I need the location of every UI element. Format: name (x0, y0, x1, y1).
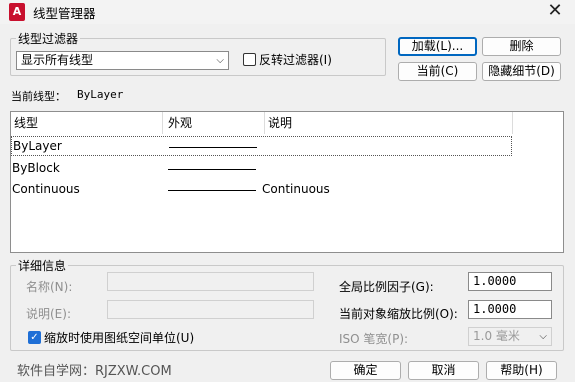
name-label: 名称(N): (26, 280, 73, 294)
table-row[interactable]: Continuous Continuous (11, 179, 512, 199)
invert-filter-label: 反转过滤器(I) (259, 53, 332, 67)
linetype-filter-label: 线型过滤器 (16, 30, 81, 47)
close-icon[interactable]: ✕ (544, 1, 566, 21)
linetype-preview (168, 190, 256, 191)
linetype-filter-dropdown[interactable]: 显示所有线型 ⌵ (16, 51, 229, 70)
column-divider (162, 112, 163, 134)
watermark-text: 软件自学网：RJZXW.COM (17, 364, 172, 379)
name-field (107, 272, 314, 291)
current-linetype-value: ByLayer (77, 88, 124, 101)
iso-pen-width-value: 1.0 毫米 (473, 329, 520, 343)
current-button[interactable]: 当前(C) (398, 62, 477, 81)
window-title: 线型管理器 (33, 6, 96, 21)
autocad-app-icon: A (9, 3, 25, 21)
chevron-down-icon: ⌵ (539, 331, 547, 342)
details-group-label: 详细信息 (16, 257, 69, 274)
table-row[interactable]: ByBlock (11, 158, 512, 178)
linetype-name: Continuous (12, 182, 80, 196)
load-button[interactable]: 加载(L)... (398, 37, 477, 56)
global-scale-label: 全局比例因子(G): (339, 280, 434, 294)
column-divider (264, 112, 265, 134)
iso-pen-width-label: ISO 笔宽(P): (339, 332, 409, 346)
invert-filter-checkbox[interactable] (243, 53, 256, 66)
table-row[interactable]: ByLayer (11, 136, 512, 156)
column-header-linetype[interactable]: 线型 (14, 112, 38, 134)
chevron-down-icon: ⌵ (216, 55, 224, 66)
linetype-filter-value: 显示所有线型 (21, 53, 94, 67)
paper-space-units-checkbox[interactable]: ✓ (28, 331, 41, 344)
linetype-description: Continuous (262, 182, 330, 196)
current-scale-label: 当前对象缩放比例(O): (339, 307, 458, 321)
linetype-name: ByLayer (13, 139, 62, 153)
delete-button[interactable]: 删除 (482, 37, 561, 56)
description-label: 说明(E): (26, 307, 71, 321)
column-divider (512, 112, 513, 134)
current-scale-input[interactable]: 1.0000 (468, 300, 552, 319)
column-header-appearance[interactable]: 外观 (168, 112, 192, 134)
iso-pen-width-dropdown: 1.0 毫米 ⌵ (468, 327, 552, 346)
linetype-preview (168, 169, 256, 170)
linetype-name: ByBlock (12, 161, 60, 175)
column-header-description[interactable]: 说明 (268, 112, 292, 134)
ok-button[interactable]: 确定 (330, 361, 401, 380)
cancel-button[interactable]: 取消 (408, 361, 479, 380)
description-field (107, 300, 314, 319)
help-button[interactable]: 帮助(H) (486, 361, 557, 380)
global-scale-input[interactable]: 1.0000 (468, 272, 552, 291)
linetype-list[interactable]: 线型 外观 说明 ByLayer ByBlock Continuous Cont… (10, 111, 564, 253)
hide-details-button[interactable]: 隐藏细节(D) (482, 62, 561, 81)
current-linetype-label: 当前线型： (11, 90, 66, 103)
paper-space-units-label: 缩放时使用图纸空间单位(U) (44, 331, 195, 345)
linetype-preview (169, 147, 257, 148)
